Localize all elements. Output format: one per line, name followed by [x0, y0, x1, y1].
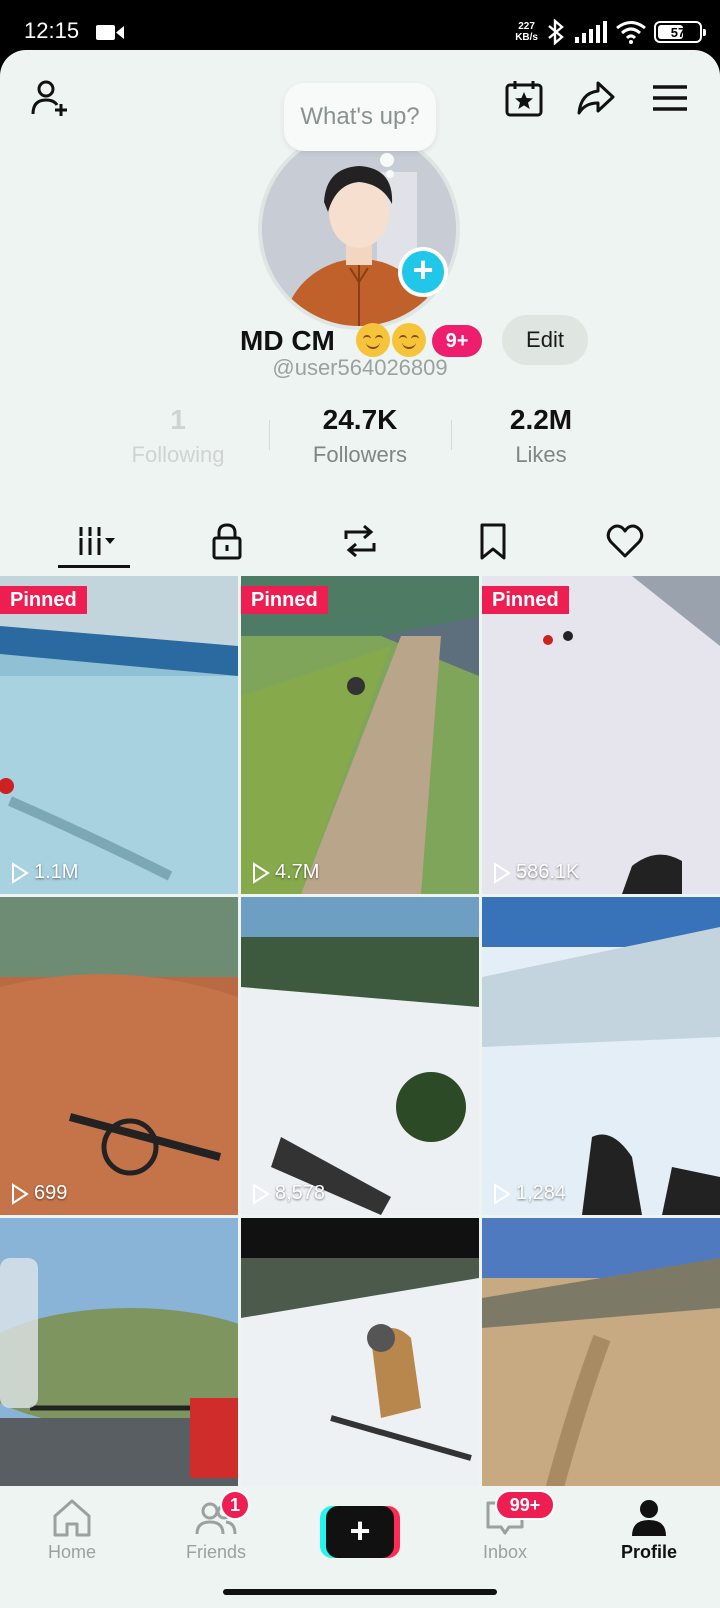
share-arrow-icon	[577, 81, 615, 115]
video-camera-icon	[96, 25, 124, 40]
create-video-button[interactable]: +	[320, 1506, 400, 1558]
video-thumbnail[interactable]: Pinned 1.1M	[0, 576, 238, 894]
tab-private[interactable]	[182, 505, 272, 577]
username-handle: @user564026809	[272, 355, 448, 380]
pinned-label: Pinned	[482, 586, 569, 614]
share-button[interactable]	[574, 76, 618, 120]
video-thumbnail[interactable]: 8,578	[241, 897, 479, 1215]
profile-screen: What's up? + MD CM 9+ Edit @user56402680…	[0, 50, 720, 1608]
view-count: 4.7M	[251, 861, 319, 884]
profile-icon	[632, 1500, 666, 1536]
signal-icon	[575, 21, 607, 43]
nav-home[interactable]: Home	[12, 1496, 132, 1563]
nav-inbox[interactable]: Inbox 99+	[445, 1490, 565, 1563]
nav-friends[interactable]: Friends 1	[156, 1490, 276, 1563]
hamburger-menu-icon	[653, 85, 687, 111]
add-friend-button[interactable]	[28, 76, 72, 120]
calendar-star-button[interactable]	[502, 76, 546, 120]
lock-icon	[212, 523, 242, 560]
following-stat[interactable]: 1 Following	[88, 400, 268, 470]
bluetooth-icon	[548, 19, 564, 45]
video-grid-icon	[79, 527, 115, 555]
pinned-label: Pinned	[0, 586, 87, 614]
profile-stats: 1 Following 24.7K Followers 2.2M Likes	[0, 400, 720, 510]
view-count: 1.1M	[10, 861, 78, 884]
video-grid: Pinned 1.1M Pinned 4.7M Pinned 586.1K 69…	[0, 576, 720, 1536]
pinned-label: Pinned	[241, 586, 328, 614]
status-time: 12:15	[24, 18, 80, 43]
wifi-icon	[616, 21, 646, 44]
view-count: 8,578	[251, 1182, 325, 1205]
plus-icon: +	[326, 1506, 394, 1558]
add-user-icon	[31, 80, 67, 116]
video-thumbnail[interactable]: 699	[0, 897, 238, 1215]
play-icon	[12, 1182, 29, 1205]
play-icon	[494, 861, 511, 884]
video-thumbnail[interactable]: 1,284	[482, 897, 720, 1215]
repost-icon	[344, 524, 376, 558]
view-count: 586.1K	[492, 861, 579, 884]
menu-button[interactable]	[648, 76, 692, 120]
avatar[interactable]	[258, 128, 460, 330]
tab-liked[interactable]	[580, 505, 670, 577]
bookmark-icon	[480, 523, 506, 560]
home-icon	[53, 1499, 91, 1537]
add-story-button[interactable]: +	[398, 247, 448, 297]
nav-profile[interactable]: Profile	[589, 1496, 709, 1563]
play-icon	[494, 1182, 511, 1205]
smiling-emoji-icon	[392, 323, 426, 357]
inbox-badge: 99+	[495, 1490, 555, 1520]
tab-reposts[interactable]	[315, 505, 405, 577]
network-speed: 227 KB/s	[515, 21, 538, 43]
notification-badge[interactable]: 9+	[432, 325, 482, 357]
video-thumbnail[interactable]: Pinned 586.1K	[482, 576, 720, 894]
view-count: 1,284	[492, 1182, 566, 1205]
status-bubble[interactable]: What's up?	[284, 83, 436, 151]
display-name: MD CM	[240, 325, 335, 356]
active-tab-indicator	[58, 565, 130, 568]
battery-indicator: 57	[654, 21, 706, 43]
video-thumbnail[interactable]: Pinned 4.7M	[241, 576, 479, 894]
play-icon	[253, 861, 270, 884]
play-icon	[12, 861, 29, 884]
play-icon	[253, 1182, 270, 1205]
heart-icon	[606, 524, 644, 558]
home-indicator	[223, 1589, 497, 1595]
view-count: 699	[10, 1182, 67, 1205]
calendar-star-icon	[505, 81, 543, 117]
followers-stat[interactable]: 24.7K Followers	[270, 400, 450, 470]
friends-badge: 1	[220, 1490, 250, 1520]
smiling-emoji-icon	[356, 323, 390, 357]
likes-stat[interactable]: 2.2M Likes	[451, 400, 631, 470]
tab-favorites[interactable]	[448, 505, 538, 577]
avatar-illustration	[262, 132, 456, 326]
